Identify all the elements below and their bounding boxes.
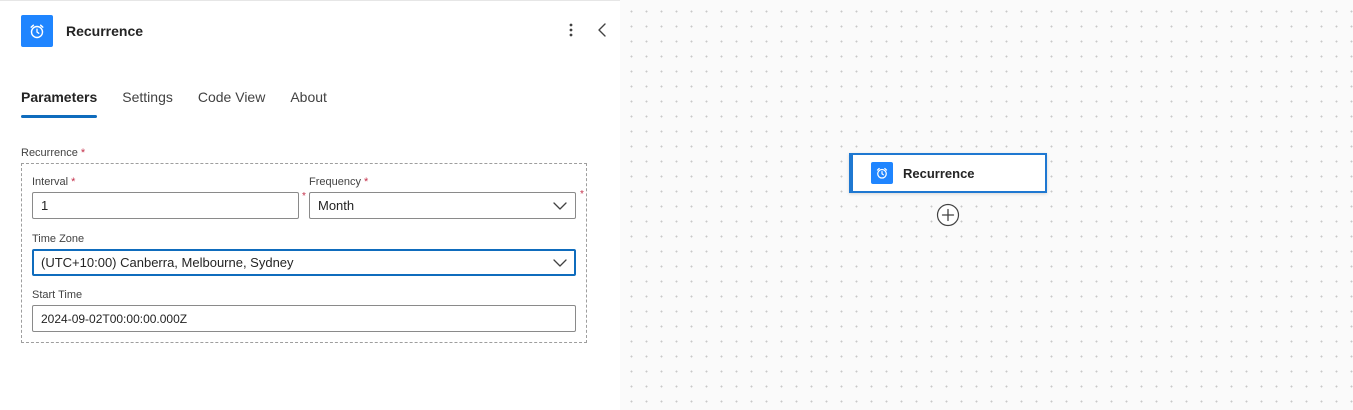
tab-about[interactable]: About (290, 87, 327, 119)
time-zone-label: Time Zone (32, 233, 85, 245)
tab-settings[interactable]: Settings (122, 87, 173, 119)
interval-required-mark: * (302, 191, 306, 202)
panel-header: Recurrence (0, 1, 620, 61)
plus-circle-icon (936, 203, 960, 227)
recurrence-group: Interval * 1 * Frequency * Month * Time … (21, 163, 587, 343)
alarm-clock-icon (21, 15, 53, 47)
chevron-down-icon (553, 259, 567, 267)
frequency-dropdown[interactable]: Month (309, 192, 576, 219)
tab-code-view[interactable]: Code View (198, 87, 265, 119)
node-title: Recurrence (903, 166, 975, 181)
frequency-required-mark: * (580, 189, 584, 200)
add-step-button[interactable] (936, 203, 960, 227)
chevron-down-icon (553, 202, 567, 210)
required-mark: * (80, 147, 86, 159)
interval-label: Interval * (32, 176, 76, 188)
chevron-left-icon (598, 23, 606, 37)
details-panel: Recurrence Parameters Settings Code View… (0, 0, 620, 410)
time-zone-dropdown[interactable]: (UTC+10:00) Canberra, Melbourne, Sydney (32, 249, 576, 276)
collapse-panel-button[interactable] (594, 20, 610, 40)
recurrence-node[interactable]: Recurrence (849, 153, 1047, 193)
frequency-label: Frequency * (309, 176, 369, 188)
start-time-label: Start Time (32, 289, 83, 301)
panel-title: Recurrence (66, 23, 144, 39)
designer-canvas[interactable]: Recurrence (620, 0, 1353, 410)
start-time-input[interactable]: 2024-09-02T00:00:00.000Z (32, 305, 576, 332)
more-vertical-icon (569, 23, 573, 37)
alarm-clock-icon (871, 162, 893, 184)
tab-parameters[interactable]: Parameters (21, 87, 98, 119)
interval-input[interactable]: 1 (32, 192, 299, 219)
panel-tabs: Parameters Settings Code View About (21, 87, 352, 121)
recurrence-section-label: Recurrence * (21, 147, 86, 159)
more-options-button[interactable] (563, 20, 579, 40)
